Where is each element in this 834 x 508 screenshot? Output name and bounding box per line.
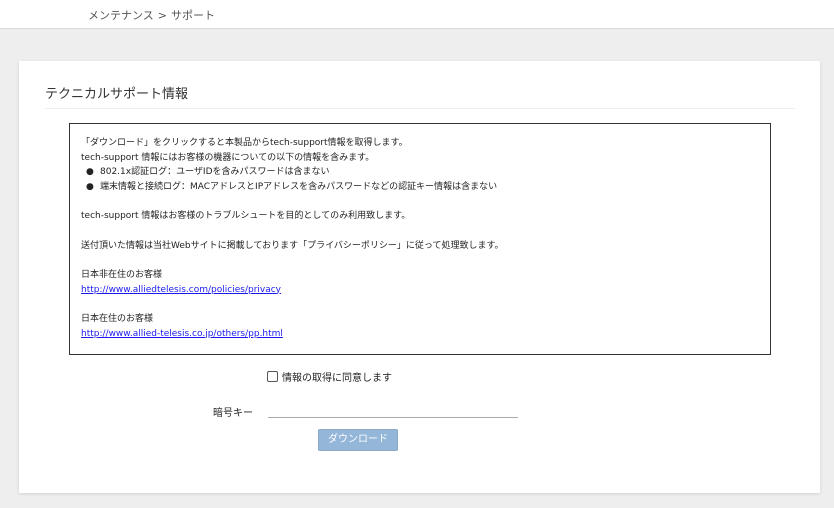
agree-label: 情報の取得に同意します <box>282 373 392 384</box>
support-card: テクニカルサポート情報 「ダウンロード」をクリックすると本製品からtech-su… <box>19 61 820 493</box>
overseas-label: 日本非在住のお客様 <box>81 270 163 280</box>
info-usage: tech-support 情報はお客様のトラブルシュートを目的としてのみ利用致し… <box>81 211 411 221</box>
info-line-contents: tech-support 情報にはお客様の機器についての以下の情報を含みます。 <box>81 152 375 163</box>
agree-row[interactable]: 情報の取得に同意します <box>267 369 392 384</box>
overseas-privacy-link[interactable]: http://www.alliedtelesis.com/policies/pr… <box>81 285 281 295</box>
domestic-label: 日本在住のお客様 <box>81 314 154 324</box>
download-button[interactable]: ダウンロード <box>318 429 398 451</box>
breadcrumb-support: サポート <box>171 9 215 22</box>
page-title: テクニカルサポート情報 <box>45 87 189 102</box>
breadcrumb-maintenance[interactable]: メンテナンス <box>88 9 154 22</box>
bullet-icon: ● <box>86 167 94 177</box>
top-bar: メンテナンス > サポート <box>0 0 834 29</box>
list-item: ● 802.1x認証ログ：ユーザIDを含みパスワードは含まない <box>86 165 760 180</box>
title-divider <box>45 108 795 109</box>
info-privacy: 送付頂いた情報は当社Webサイトに掲載しております「プライバシーポリシー」に従っ… <box>81 240 504 251</box>
breadcrumb-separator: > <box>157 9 167 22</box>
info-line-download: 「ダウンロード」をクリックすると本製品からtech-support情報を取得しま… <box>81 138 408 148</box>
list-item: ● 端末情報と接続ログ：MACアドレスとIPアドレスを含みパスワードなどの認証キー… <box>86 180 760 195</box>
encryption-key-label: 暗号キー <box>213 408 253 419</box>
encryption-key-input[interactable] <box>268 399 518 418</box>
bullet-icon: ● <box>86 181 94 192</box>
info-box: 「ダウンロード」をクリックすると本製品からtech-support情報を取得しま… <box>69 123 771 355</box>
breadcrumb: メンテナンス > サポート <box>88 7 215 23</box>
domestic-privacy-link[interactable]: http://www.allied-telesis.co.jp/others/p… <box>81 329 283 339</box>
agree-checkbox[interactable] <box>267 371 278 382</box>
info-bullet-list: ● 802.1x認証ログ：ユーザIDを含みパスワードは含まない ● 端末情報と接続ロ… <box>86 165 760 194</box>
